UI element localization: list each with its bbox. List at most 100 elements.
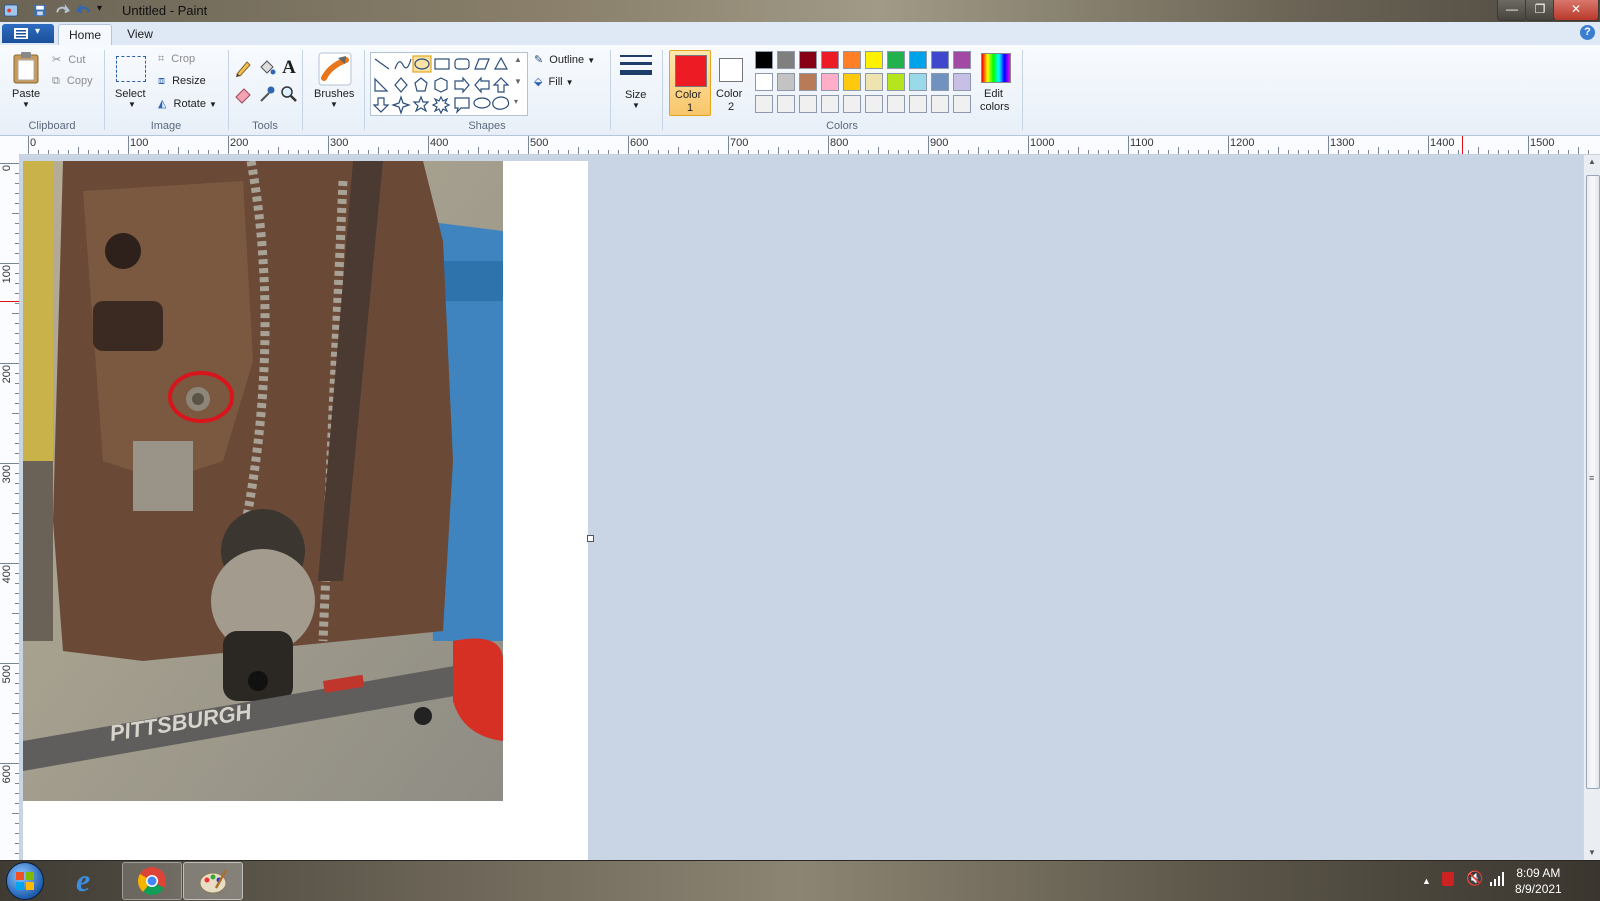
- shapes-gallery[interactable]: ▲ ▼ ▾: [370, 52, 528, 116]
- minimize-button[interactable]: —: [1497, 0, 1527, 21]
- palette-color-swatch[interactable]: [799, 73, 817, 91]
- canvas-resize-handle[interactable]: [587, 535, 594, 542]
- palette-color-swatch[interactable]: [887, 51, 905, 69]
- group-divider: [104, 50, 105, 130]
- fill-bucket-icon[interactable]: [257, 58, 277, 78]
- palette-color-swatch[interactable]: [953, 73, 971, 91]
- help-icon[interactable]: ?: [1580, 25, 1595, 40]
- save-icon[interactable]: [32, 3, 48, 18]
- color-picker-icon[interactable]: [257, 84, 277, 104]
- network-signal-icon[interactable]: [1490, 872, 1506, 886]
- ruler-tick: [388, 150, 389, 154]
- rotate-button[interactable]: ◭ Rotate ▼: [158, 97, 217, 110]
- palette-color-swatch[interactable]: [799, 95, 817, 113]
- pencil-icon[interactable]: [233, 58, 253, 78]
- ruler-tick: [1218, 150, 1219, 154]
- maximize-button[interactable]: ❐: [1525, 0, 1555, 21]
- palette-color-swatch[interactable]: [777, 73, 795, 91]
- ruler-label: 1500: [1530, 137, 1555, 149]
- file-menu-button[interactable]: ▾: [2, 24, 54, 43]
- crop-button[interactable]: ⌗ Crop: [158, 53, 195, 66]
- copy-button[interactable]: ⧉ Copy: [52, 75, 93, 88]
- palette-color-swatch[interactable]: [953, 51, 971, 69]
- palette-color-swatch[interactable]: [821, 73, 839, 91]
- palette-color-swatch[interactable]: [865, 51, 883, 69]
- ruler-tick: [15, 453, 19, 454]
- volume-muted-icon[interactable]: 🔇: [1466, 870, 1483, 887]
- palette-color-swatch[interactable]: [777, 51, 795, 69]
- clock-date: 8/9/2021: [1515, 882, 1562, 896]
- close-button[interactable]: ✕: [1553, 0, 1599, 21]
- palette-color-swatch[interactable]: [755, 95, 773, 113]
- fill-button[interactable]: ⬙ Fill ▼: [534, 75, 574, 88]
- palette-color-swatch[interactable]: [821, 95, 839, 113]
- palette-color-swatch[interactable]: [843, 51, 861, 69]
- palette-color-swatch[interactable]: [843, 95, 861, 113]
- more-shapes-icon[interactable]: ▾: [514, 97, 518, 106]
- palette-color-swatch[interactable]: [799, 51, 817, 69]
- vertical-scrollbar[interactable]: ▲ ≡ ▼: [1583, 155, 1600, 860]
- palette-color-swatch[interactable]: [777, 95, 795, 113]
- ruler-label: 600: [630, 137, 649, 149]
- ruler-tick: [298, 150, 299, 154]
- customize-toolbar-arrow-icon[interactable]: ▾: [97, 3, 102, 14]
- palette-color-swatch[interactable]: [953, 95, 971, 113]
- chevron-down-icon: ▾: [35, 26, 41, 37]
- scroll-up-arrow-icon[interactable]: ▲: [1588, 157, 1596, 166]
- size-button[interactable]: Size ▼: [618, 52, 654, 114]
- magnifier-icon[interactable]: [279, 84, 299, 104]
- undo-icon[interactable]: [76, 3, 92, 18]
- show-hidden-icons-icon[interactable]: ▲: [1422, 876, 1431, 886]
- palette-color-swatch[interactable]: [755, 51, 773, 69]
- palette-color-swatch[interactable]: [755, 73, 773, 91]
- chevron-up-icon[interactable]: ▲: [514, 55, 522, 64]
- action-center-flag-icon[interactable]: [1442, 872, 1454, 886]
- ruler-tick: [938, 150, 939, 154]
- palette-color-swatch[interactable]: [865, 95, 883, 113]
- ruler-tick: [15, 683, 19, 684]
- ruler-tick: [15, 273, 19, 274]
- paint-app-icon[interactable]: [3, 3, 19, 18]
- scroll-down-arrow-icon[interactable]: ▼: [1588, 848, 1596, 857]
- chevron-down-icon[interactable]: ▼: [514, 77, 522, 86]
- palette-color-swatch[interactable]: [909, 95, 927, 113]
- palette-color-swatch[interactable]: [909, 73, 927, 91]
- color1-button[interactable]: Color 1: [669, 50, 711, 116]
- paste-button[interactable]: Paste ▼: [8, 52, 44, 112]
- ruler-tick: [1248, 150, 1249, 154]
- edit-colors-button[interactable]: Edit colors: [975, 50, 1017, 114]
- palette-color-swatch[interactable]: [931, 73, 949, 91]
- select-button[interactable]: Select ▼: [112, 52, 150, 112]
- palette-color-swatch[interactable]: [887, 95, 905, 113]
- ruler-tick: [828, 136, 829, 154]
- brushes-button[interactable]: Brushes ▼: [310, 52, 360, 112]
- palette-color-swatch[interactable]: [909, 51, 927, 69]
- taskbar-internet-explorer[interactable]: e: [62, 862, 120, 898]
- cut-button[interactable]: ✂ Cut: [52, 53, 85, 66]
- ruler-tick: [15, 773, 19, 774]
- ruler-tick: [768, 150, 769, 154]
- palette-color-swatch[interactable]: [887, 73, 905, 91]
- system-clock[interactable]: 8:09 AM 8/9/2021: [1515, 865, 1562, 897]
- palette-color-swatch[interactable]: [843, 73, 861, 91]
- redo-icon[interactable]: [54, 3, 70, 18]
- taskbar-chrome[interactable]: [122, 862, 182, 900]
- ruler-label: 0: [1, 165, 13, 172]
- outline-button[interactable]: ✎ Outline ▼: [534, 53, 595, 66]
- ruler-tick: [258, 150, 259, 154]
- image-group-label: Image: [150, 120, 182, 132]
- tab-view[interactable]: View: [114, 24, 166, 45]
- text-tool-icon[interactable]: A: [279, 57, 299, 78]
- tab-home[interactable]: Home: [58, 24, 112, 46]
- palette-color-swatch[interactable]: [821, 51, 839, 69]
- taskbar-paint[interactable]: [183, 862, 243, 900]
- color2-button[interactable]: Color 2: [711, 50, 751, 114]
- eraser-icon[interactable]: [233, 84, 253, 104]
- palette-color-swatch[interactable]: [865, 73, 883, 91]
- resize-button[interactable]: ⧈ Resize: [158, 75, 206, 88]
- ruler-tick: [1548, 150, 1549, 154]
- palette-color-swatch[interactable]: [931, 95, 949, 113]
- start-button[interactable]: [6, 862, 44, 900]
- size-label: Size: [625, 89, 647, 101]
- palette-color-swatch[interactable]: [931, 51, 949, 69]
